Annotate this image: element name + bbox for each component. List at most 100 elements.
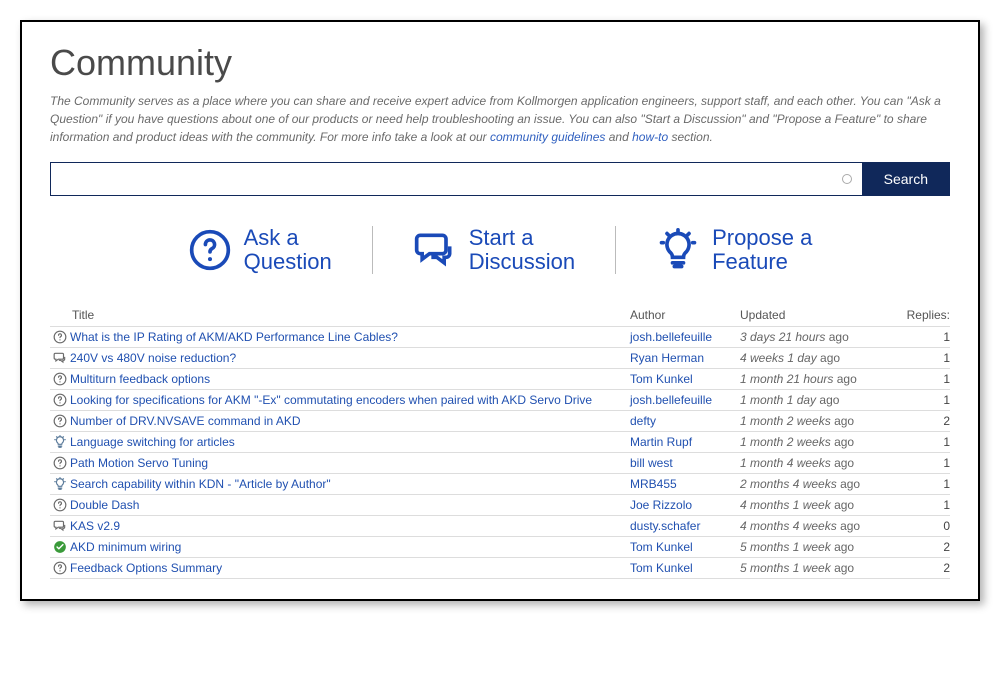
topic-title: AKD minimum wiring xyxy=(70,540,630,554)
topic-updated: 4 months 4 weeks ago xyxy=(740,519,900,533)
topic-author: Tom Kunkel xyxy=(630,540,740,554)
search-input[interactable] xyxy=(61,163,842,195)
topic-title: Multiturn feedback options xyxy=(70,372,630,386)
topic-replies: 2 xyxy=(900,561,950,575)
topic-link[interactable]: Multiturn feedback options xyxy=(70,372,210,386)
author-link[interactable]: Martin Rupf xyxy=(630,435,692,449)
topic-title: Number of DRV.NVSAVE command in AKD xyxy=(70,414,630,428)
topic-author: Tom Kunkel xyxy=(630,372,740,386)
topic-link[interactable]: 240V vs 480V noise reduction? xyxy=(70,351,236,365)
discussion-icon xyxy=(50,351,70,365)
author-link[interactable]: Tom Kunkel xyxy=(630,540,693,554)
table-row: Feedback Options Summary Tom Kunkel 5 mont… xyxy=(50,557,950,579)
community-page: Community The Community serves as a plac… xyxy=(20,20,980,601)
author-link[interactable]: bill west xyxy=(630,456,673,470)
topic-updated: 4 weeks 1 day ago xyxy=(740,351,900,365)
topic-author: josh.bellefeuille xyxy=(630,393,740,407)
table-row: Number of DRV.NVSAVE command in AKD defty… xyxy=(50,410,950,431)
table-row: Search capability within KDN - "Article … xyxy=(50,473,950,494)
topic-title: Looking for specifications for AKM "-Ex"… xyxy=(70,393,630,407)
discussion-icon xyxy=(50,519,70,533)
topic-author: Martin Rupf xyxy=(630,435,740,449)
column-title: Title xyxy=(70,308,630,322)
question-icon xyxy=(50,456,70,470)
topic-replies: 2 xyxy=(900,414,950,428)
action-idea[interactable]: Propose aFeature xyxy=(616,226,852,274)
action-label: Start aDiscussion xyxy=(469,226,575,274)
table-row: Multiturn feedback options Tom Kunkel 1 mo… xyxy=(50,368,950,389)
topic-link[interactable]: Search capability within KDN - "Article … xyxy=(70,477,331,491)
topic-author: Ryan Herman xyxy=(630,351,740,365)
author-link[interactable]: dusty.schafer xyxy=(630,519,700,533)
topic-replies: 1 xyxy=(900,435,950,449)
topic-updated: 5 months 1 week ago xyxy=(740,561,900,575)
table-row: AKD minimum wiring Tom Kunkel 5 months 1 w… xyxy=(50,536,950,557)
discussion-icon xyxy=(413,228,457,272)
column-updated: Updated xyxy=(740,308,900,322)
search-button[interactable]: Search xyxy=(862,162,950,196)
action-question[interactable]: Ask aQuestion xyxy=(148,226,373,274)
topic-replies: 1 xyxy=(900,330,950,344)
topic-replies: 1 xyxy=(900,393,950,407)
topic-link[interactable]: Number of DRV.NVSAVE command in AKD xyxy=(70,414,301,428)
topic-link[interactable]: Language switching for articles xyxy=(70,435,235,449)
question-icon xyxy=(50,414,70,428)
author-link[interactable]: Ryan Herman xyxy=(630,351,704,365)
topic-link[interactable]: KAS v2.9 xyxy=(70,519,120,533)
topic-link[interactable]: Looking for specifications for AKM "-Ex"… xyxy=(70,393,592,407)
topic-replies: 1 xyxy=(900,372,950,386)
topic-link[interactable]: Feedback Options Summary xyxy=(70,561,222,575)
topic-link[interactable]: Double Dash xyxy=(70,498,139,512)
author-link[interactable]: MRB455 xyxy=(630,477,677,491)
topic-author: josh.bellefeuille xyxy=(630,330,740,344)
topic-updated: 3 days 21 hours ago xyxy=(740,330,900,344)
action-discussion[interactable]: Start aDiscussion xyxy=(373,226,616,274)
author-link[interactable]: defty xyxy=(630,414,656,428)
topic-title: What is the IP Rating of AKM/AKD Perform… xyxy=(70,330,630,344)
topic-replies: 1 xyxy=(900,498,950,512)
action-label: Propose aFeature xyxy=(712,226,812,274)
author-link[interactable]: josh.bellefeuille xyxy=(630,393,712,407)
topic-title: Double Dash xyxy=(70,498,630,512)
desc-mid: and xyxy=(609,130,632,144)
lightbulb-icon xyxy=(50,477,70,491)
topic-updated: 1 month 21 hours ago xyxy=(740,372,900,386)
topic-list: What is the IP Rating of AKM/AKD Perform… xyxy=(50,326,950,579)
topic-updated: 1 month 4 weeks ago xyxy=(740,456,900,470)
topic-updated: 1 month 1 day ago xyxy=(740,393,900,407)
topic-updated: 5 months 1 week ago xyxy=(740,540,900,554)
author-link[interactable]: Tom Kunkel xyxy=(630,561,693,575)
lightbulb-icon xyxy=(50,435,70,449)
table-row: Path Motion Servo Tuning bill west 1 month… xyxy=(50,452,950,473)
topic-author: MRB455 xyxy=(630,477,740,491)
topic-author: defty xyxy=(630,414,740,428)
author-link[interactable]: josh.bellefeuille xyxy=(630,330,712,344)
topic-title: Search capability within KDN - "Article … xyxy=(70,477,630,491)
action-label: Ask aQuestion xyxy=(244,226,332,274)
question-icon xyxy=(50,498,70,512)
table-row: KAS v2.9 dusty.schafer 4 months 4 weeks ag… xyxy=(50,515,950,536)
topic-updated: 2 months 4 weeks ago xyxy=(740,477,900,491)
community-guidelines-link[interactable]: community guidelines xyxy=(490,130,605,144)
check-icon xyxy=(50,540,70,554)
page-description: The Community serves as a place where yo… xyxy=(50,92,950,146)
column-replies: Replies: xyxy=(900,308,950,322)
topic-title: KAS v2.9 xyxy=(70,519,630,533)
topic-author: Tom Kunkel xyxy=(630,561,740,575)
topic-author: dusty.schafer xyxy=(630,519,740,533)
topic-link[interactable]: AKD minimum wiring xyxy=(70,540,181,554)
author-link[interactable]: Joe Rizzolo xyxy=(630,498,692,512)
table-header: Title Author Updated Replies: xyxy=(50,304,950,326)
search-input-wrap xyxy=(50,162,862,196)
topic-updated: 4 months 1 week ago xyxy=(740,498,900,512)
column-author: Author xyxy=(630,308,740,322)
topic-link[interactable]: What is the IP Rating of AKM/AKD Perform… xyxy=(70,330,398,344)
question-icon xyxy=(188,228,232,272)
topic-link[interactable]: Path Motion Servo Tuning xyxy=(70,456,208,470)
desc-end: section. xyxy=(671,130,712,144)
search-spinner-icon xyxy=(842,174,852,184)
topic-replies: 1 xyxy=(900,351,950,365)
topic-title: Feedback Options Summary xyxy=(70,561,630,575)
how-to-link[interactable]: how-to xyxy=(632,130,668,144)
author-link[interactable]: Tom Kunkel xyxy=(630,372,693,386)
